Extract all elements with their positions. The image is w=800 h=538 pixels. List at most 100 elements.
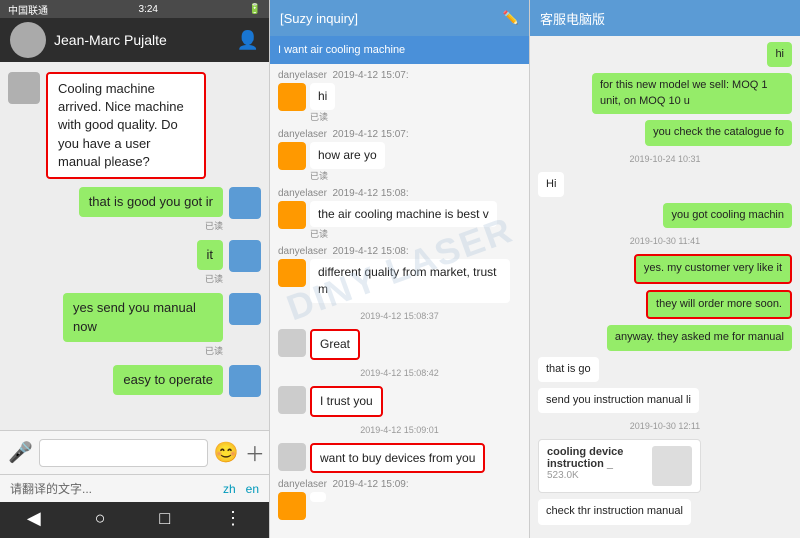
- msg-col: that is good you got ir 已读: [79, 187, 223, 232]
- avatar: [278, 443, 306, 471]
- msg-col: Cooling machine arrived. Nice machine wi…: [46, 72, 206, 179]
- timestamp: 2019-4-12 15:09:01: [278, 425, 521, 435]
- target-lang: en: [246, 482, 259, 496]
- avatar: [229, 240, 261, 272]
- timestamp: 2019-4-12 15:08:42: [278, 368, 521, 378]
- list-item: they will order more soon.: [538, 290, 792, 319]
- message-bubble: hi: [767, 42, 792, 67]
- square-icon[interactable]: □: [159, 508, 170, 532]
- input-bar: 🎤 😊 ＋: [0, 430, 269, 474]
- message-bubble: that is good you got ir: [79, 187, 223, 217]
- home-icon[interactable]: ○: [95, 508, 106, 532]
- menu-icon[interactable]: ⋮: [224, 508, 242, 532]
- msg-col: yes send you manual now 已读: [63, 293, 223, 356]
- read-status: 已读: [205, 272, 223, 285]
- avatar: [278, 386, 306, 414]
- translate-bar: 请翻译的文字... zh en: [0, 474, 269, 502]
- add-icon[interactable]: ＋: [245, 438, 265, 467]
- timestamp: 2019-10-30 12:11: [538, 421, 792, 431]
- contact-name: Jean-Marc Pujalte: [54, 32, 237, 48]
- sender-name: danyelaser 2019-4-12 15:08:: [278, 188, 521, 199]
- list-item: you got cooling machin: [538, 203, 792, 228]
- right-panel: 客服电脑版 hi for this new model we sell: MOQ…: [530, 0, 800, 538]
- list-item: danyelaser 2019-4-12 15:07: hi 已读: [278, 70, 521, 123]
- list-item: danyelaser 2019-4-12 15:07: how are yo 已…: [278, 129, 521, 182]
- translate-placeholder: 请翻译的文字...: [10, 480, 92, 497]
- message-text: yes send you manual now: [73, 300, 196, 333]
- message-bubble: yes. my customer very like it: [634, 254, 792, 283]
- list-item: anyway. they asked me for manual: [538, 325, 792, 350]
- translate-langs[interactable]: zh en: [223, 482, 259, 496]
- list-item: want to buy devices from you: [278, 443, 521, 474]
- message-bubble: different quality from market, trust m: [310, 259, 510, 303]
- mid-header: [Suzy inquiry] ✏️: [270, 0, 529, 36]
- message-bubble: the air cooling machine is best v: [310, 201, 497, 228]
- message-text: it: [207, 247, 214, 262]
- sender-name: danyelaser 2019-4-12 15:08:: [278, 246, 521, 257]
- inquiry-bar: I want air cooling machine: [270, 36, 529, 64]
- sender-name: danyelaser 2019-4-12 15:07:: [278, 129, 521, 140]
- list-item: check thr instruction manual: [538, 499, 792, 524]
- message-text: that is good you got ir: [89, 194, 213, 209]
- list-item: for this new model we sell: MOQ 1 unit, …: [538, 73, 792, 114]
- avatar: [229, 365, 261, 397]
- timestamp: 2019-10-30 11:41: [538, 236, 792, 246]
- avatar: [278, 142, 306, 170]
- message-bubble: want to buy devices from you: [310, 443, 485, 474]
- table-row: Cooling machine arrived. Nice machine wi…: [8, 72, 261, 179]
- list-item: yes. my customer very like it: [538, 254, 792, 283]
- message-bubble: it: [197, 240, 224, 270]
- list-item: Great: [278, 329, 521, 360]
- source-lang: zh: [223, 482, 236, 496]
- right-chat-area: hi for this new model we sell: MOQ 1 uni…: [530, 36, 800, 538]
- message-input[interactable]: [39, 439, 208, 467]
- list-item: danyelaser 2019-4-12 15:08: different qu…: [278, 246, 521, 303]
- sender-name: danyelaser 2019-4-12 15:07:: [278, 70, 521, 81]
- message-text: Cooling machine arrived. Nice machine wi…: [58, 81, 184, 169]
- message-bubble: check thr instruction manual: [538, 499, 691, 524]
- message-bubble: how are yo: [310, 142, 385, 169]
- nav-bar: ◀ ○ □ ⋮: [0, 502, 269, 538]
- timestamp: 2019-10-24 10:31: [538, 154, 792, 164]
- read-status: 已读: [205, 219, 223, 232]
- table-row: yes send you manual now 已读: [8, 293, 261, 356]
- mic-icon[interactable]: 🎤: [8, 440, 33, 465]
- message-bubble: that is go: [538, 357, 599, 382]
- read-status: 已读: [205, 344, 223, 357]
- avatar: [278, 83, 306, 111]
- message-bubble: you check the catalogue fo: [645, 120, 792, 145]
- avatar: [278, 329, 306, 357]
- avatar: [229, 293, 261, 325]
- file-card: cooling device instruction _ 523.0K: [538, 439, 701, 493]
- read-status: 已读: [310, 227, 497, 240]
- message-bubble: easy to operate: [113, 365, 223, 395]
- message-bubble: Great: [310, 329, 360, 360]
- sender-name: danyelaser 2019-4-12 15:09:: [278, 479, 521, 490]
- list-item: that is go: [538, 357, 792, 382]
- read-status: 已读: [310, 110, 335, 123]
- table-row: easy to operate: [8, 365, 261, 397]
- chat-header: Jean-Marc Pujalte 👤: [0, 18, 269, 62]
- inquiry-text: I want air cooling machine: [278, 44, 405, 56]
- status-bar: 中国联通 3:24 🔋: [0, 0, 269, 18]
- back-icon[interactable]: ◀: [27, 508, 41, 532]
- person-icon: 👤: [237, 30, 259, 51]
- message-bubble: you got cooling machin: [663, 203, 792, 228]
- table-row: that is good you got ir 已读: [8, 187, 261, 232]
- edit-icon[interactable]: ✏️: [503, 10, 519, 26]
- right-header: 客服电脑版: [530, 0, 800, 36]
- list-item: cooling device instruction _ 523.0K: [538, 439, 792, 493]
- message-bubble: hi: [310, 83, 335, 110]
- message-bubble: they will order more soon.: [646, 290, 792, 319]
- message-bubble: [310, 492, 326, 502]
- list-item: Hi: [538, 172, 792, 197]
- list-item: you check the catalogue fo: [538, 120, 792, 145]
- emoji-icon[interactable]: 😊: [214, 440, 239, 465]
- read-status: 已读: [310, 169, 385, 182]
- msg-col: easy to operate: [113, 365, 223, 395]
- table-row: it 已读: [8, 240, 261, 285]
- avatar: [278, 492, 306, 520]
- message-bubble: Hi: [538, 172, 564, 197]
- middle-panel: [Suzy inquiry] ✏️ I want air cooling mac…: [270, 0, 530, 538]
- list-item: danyelaser 2019-4-12 15:08: the air cool…: [278, 188, 521, 241]
